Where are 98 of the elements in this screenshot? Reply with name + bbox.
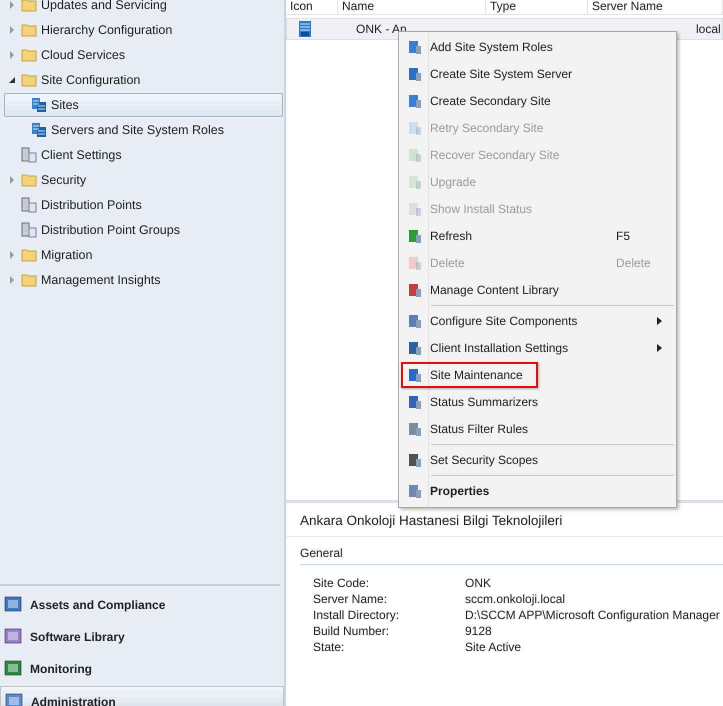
table-cell: local bbox=[696, 22, 721, 36]
workspace-button[interactable]: Monitoring bbox=[0, 654, 284, 684]
folder-icon bbox=[21, 273, 37, 287]
collapse-arrow-icon[interactable] bbox=[8, 76, 16, 84]
menu-item-icon bbox=[407, 93, 423, 109]
menu-item-icon bbox=[407, 255, 423, 271]
details-title: Ankara Onkoloji Hastanesi Bilgi Teknolojileri bbox=[286, 513, 723, 537]
menu-item[interactable]: Site Maintenance bbox=[401, 362, 538, 388]
tree-item-label: Servers and Site System Roles bbox=[51, 123, 224, 137]
tree-item-label: Site Configuration bbox=[41, 73, 140, 87]
tree-item[interactable]: Client Settings bbox=[4, 143, 283, 167]
property-value: 9128 bbox=[465, 623, 493, 639]
column-header[interactable]: Type bbox=[486, 0, 588, 14]
tree-item[interactable]: Distribution Point Groups bbox=[4, 218, 283, 242]
menu-item-icon bbox=[407, 313, 423, 329]
menu-item-icon bbox=[407, 452, 423, 468]
property-value: sccm.onkoloji.local bbox=[465, 591, 566, 607]
menu-item[interactable]: Properties bbox=[401, 478, 674, 504]
menu-item-icon bbox=[407, 39, 423, 55]
menu-item[interactable]: Set Security Scopes bbox=[401, 447, 674, 473]
menu-item-icon bbox=[407, 394, 423, 410]
tree-item-label: Management Insights bbox=[41, 273, 161, 287]
menu-item-icon bbox=[407, 367, 423, 383]
property-label: Build Number: bbox=[313, 623, 390, 639]
shortcut-label: F5 bbox=[616, 229, 632, 243]
workspace-button[interactable]: Software Library bbox=[0, 622, 284, 652]
menu-item[interactable]: Configure Site Components bbox=[401, 308, 674, 334]
column-header[interactable]: Server Name bbox=[588, 0, 723, 14]
server-icon bbox=[21, 197, 37, 213]
section-heading: General bbox=[300, 546, 723, 565]
expand-arrow-icon[interactable] bbox=[8, 51, 16, 59]
submenu-arrow-icon bbox=[657, 344, 662, 352]
tree-item-label: Migration bbox=[41, 248, 92, 262]
menu-item[interactable]: Create Secondary Site bbox=[401, 88, 674, 114]
menu-item-icon bbox=[407, 483, 423, 499]
expand-arrow-icon[interactable] bbox=[8, 26, 16, 34]
column-header[interactable]: Icon bbox=[286, 0, 338, 14]
sites-icon bbox=[31, 97, 47, 113]
menu-item-icon bbox=[407, 282, 423, 298]
menu-item-icon bbox=[407, 340, 423, 356]
menu-item-icon bbox=[407, 66, 423, 82]
folder-icon bbox=[21, 73, 37, 87]
menu-item[interactable]: Refresh F5 bbox=[401, 223, 674, 249]
folder-icon bbox=[21, 173, 37, 187]
expand-arrow-icon[interactable] bbox=[8, 176, 16, 184]
shortcut-label: Delete bbox=[616, 256, 652, 270]
property-value: ONK bbox=[465, 575, 492, 591]
tree-item-label: Cloud Services bbox=[41, 48, 126, 62]
tree-item-label: Updates and Servicing bbox=[41, 0, 167, 12]
tree-item[interactable]: Security bbox=[4, 168, 283, 192]
expand-arrow-icon[interactable] bbox=[8, 251, 16, 259]
folder-icon bbox=[21, 23, 37, 37]
folder-icon bbox=[21, 0, 37, 12]
menu-item-icon bbox=[407, 174, 423, 190]
server-icon bbox=[21, 222, 37, 238]
workspace-icon bbox=[3, 692, 25, 706]
site-icon bbox=[299, 21, 311, 37]
submenu-arrow-icon bbox=[657, 317, 662, 325]
tree-item-label: Security bbox=[41, 173, 86, 187]
menu-item-icon bbox=[407, 228, 423, 244]
menu-item[interactable]: Manage Content Library bbox=[401, 277, 674, 303]
tree-item[interactable]: Hierarchy Configuration bbox=[4, 18, 283, 42]
folder-icon bbox=[21, 248, 37, 262]
column-header[interactable]: Name bbox=[338, 0, 486, 14]
expand-arrow-icon[interactable] bbox=[8, 276, 16, 284]
tree-item-label: Sites bbox=[51, 98, 79, 112]
property-value: D:\SCCM APP\Microsoft Configuration Manager bbox=[465, 607, 721, 623]
workspace-button[interactable]: Administration bbox=[0, 686, 284, 706]
tree-item[interactable]: Sites bbox=[4, 93, 283, 117]
menu-item[interactable]: Create Site System Server bbox=[401, 61, 674, 87]
property-label: Site Code: bbox=[313, 575, 370, 591]
tree-item-label: Hierarchy Configuration bbox=[41, 23, 172, 37]
tree-item[interactable]: Servers and Site System Roles bbox=[4, 118, 283, 142]
workspace-button[interactable]: Assets and Compliance bbox=[0, 590, 284, 620]
folder-icon bbox=[21, 48, 37, 62]
menu-item-icon bbox=[407, 201, 423, 217]
property-label: Server Name: bbox=[313, 591, 388, 607]
tree-item[interactable]: Site Configuration bbox=[4, 68, 283, 92]
property-label: Install Directory: bbox=[313, 607, 400, 623]
menu-item-icon bbox=[407, 147, 423, 163]
tree-item[interactable]: Management Insights bbox=[4, 268, 283, 292]
tree-item-label: Client Settings bbox=[41, 148, 122, 162]
menu-item[interactable]: Status Summarizers bbox=[401, 389, 674, 415]
property-label: State: bbox=[313, 639, 346, 655]
menu-item-icon bbox=[407, 120, 423, 136]
expand-arrow-icon[interactable] bbox=[8, 1, 16, 9]
tree-item[interactable]: Distribution Points bbox=[4, 193, 283, 217]
menu-item[interactable]: Status Filter Rules bbox=[401, 416, 674, 442]
tree-item[interactable]: Migration bbox=[4, 243, 283, 267]
tree-item-label: Distribution Point Groups bbox=[41, 223, 180, 237]
sites-icon bbox=[31, 122, 47, 138]
property-value: Site Active bbox=[465, 639, 522, 655]
menu-item-icon bbox=[407, 421, 423, 437]
menu-item[interactable]: Client Installation Settings bbox=[401, 335, 674, 361]
tree-item[interactable]: Updates and Servicing bbox=[4, 0, 283, 17]
tree-item[interactable]: Cloud Services bbox=[4, 43, 283, 67]
tree-item-label: Distribution Points bbox=[41, 198, 142, 212]
server-icon bbox=[21, 147, 37, 163]
